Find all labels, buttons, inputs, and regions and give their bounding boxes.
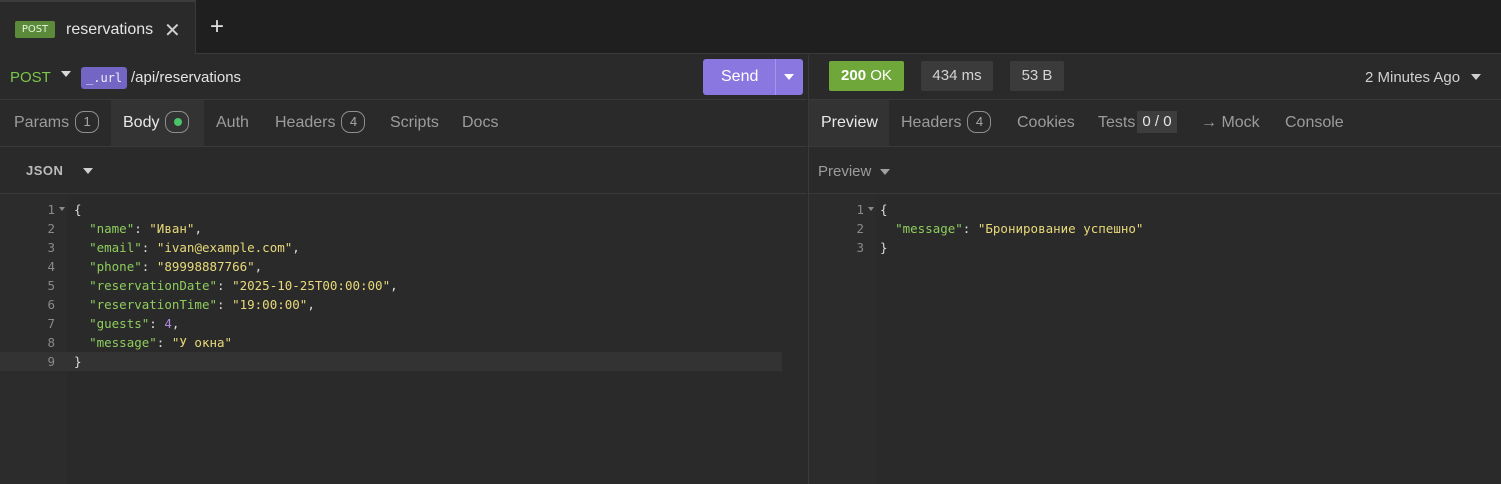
code-line-current: 9 } bbox=[0, 352, 782, 371]
method-select[interactable]: POST bbox=[10, 69, 51, 86]
code-line: 2 "name": "Иван", bbox=[47, 221, 202, 236]
chevron-down-icon[interactable] bbox=[880, 169, 890, 175]
response-status-bar: 200 OK 434 ms 53 B 2 Minutes Ago bbox=[809, 55, 1501, 100]
response-tabs: Preview Headers 4 Cookies Tests 0 / 0 → Mo… bbox=[809, 100, 1501, 147]
request-body-editor[interactable]: 1 { 2 "name": "Иван", 3 "email": "ivan@e… bbox=[0, 194, 807, 484]
preview-toolbar: Preview bbox=[809, 147, 1501, 194]
code-line: 7 "guests": 4, bbox=[47, 316, 180, 331]
response-pane: 200 OK 434 ms 53 B 2 Minutes Ago Preview… bbox=[808, 55, 1501, 484]
tab-cookies[interactable]: Cookies bbox=[1017, 100, 1075, 146]
code-line: 1 { bbox=[856, 202, 888, 217]
headers-count-badge: 4 bbox=[341, 110, 366, 133]
code-line: 3 "email": "ivan@example.com", bbox=[47, 240, 300, 255]
status-code: 200 bbox=[841, 67, 867, 84]
body-toolbar: JSON bbox=[0, 147, 807, 194]
chevron-down-icon[interactable] bbox=[83, 168, 93, 174]
tab-mock[interactable]: → Mock bbox=[1201, 100, 1260, 146]
code-line: 1 { bbox=[47, 202, 82, 217]
fold-chevron-icon[interactable] bbox=[59, 207, 65, 211]
code-line: 5 "reservationDate": "2025-10-25T00:00:0… bbox=[47, 278, 398, 293]
code-line: 6 "reservationTime": "19:00:00", bbox=[47, 297, 315, 312]
tab-body[interactable]: Body bbox=[111, 100, 204, 146]
tests-count: 0 / 0 bbox=[1137, 110, 1177, 133]
tab-console-label: Console bbox=[1285, 114, 1344, 131]
response-body-viewer[interactable]: 1 { 2 "message": "Бронирование успешно" … bbox=[809, 194, 1501, 484]
tab-preview-label: Preview bbox=[821, 114, 878, 131]
tab-auth[interactable]: Auth bbox=[216, 100, 249, 146]
url-bar: POST _.url /api/reservations Send bbox=[0, 55, 807, 100]
send-divider bbox=[775, 59, 776, 95]
request-tab-reservations[interactable]: POST reservations ✕ bbox=[0, 0, 196, 54]
chevron-down-icon[interactable] bbox=[1471, 74, 1481, 80]
response-time: 434 ms bbox=[921, 61, 993, 91]
tab-params[interactable]: Params 1 bbox=[0, 100, 111, 146]
tab-scripts[interactable]: Scripts bbox=[390, 100, 439, 146]
tab-mock-label: → Mock bbox=[1201, 114, 1260, 131]
tab-body-label: Body bbox=[123, 114, 160, 131]
code-line: 2 "message": "Бронирование успешно" bbox=[856, 221, 1144, 236]
send-button-label: Send bbox=[721, 68, 759, 85]
code-line: 8 "message": "У окна" bbox=[47, 335, 233, 350]
status-badge: 200 OK bbox=[829, 61, 904, 91]
tab-auth-label: Auth bbox=[216, 114, 249, 131]
response-headers-count-badge: 4 bbox=[967, 110, 992, 133]
send-button[interactable]: Send bbox=[703, 59, 803, 95]
request-pane: POST _.url /api/reservations Send Params… bbox=[0, 55, 807, 484]
body-type-select[interactable]: JSON bbox=[26, 163, 63, 178]
code-line: 3 } bbox=[856, 240, 888, 255]
response-size: 53 B bbox=[1010, 61, 1064, 91]
body-active-dot-icon bbox=[165, 110, 190, 133]
chevron-down-icon[interactable] bbox=[61, 71, 71, 77]
close-icon[interactable]: ✕ bbox=[164, 18, 181, 43]
tab-headers-label: Headers bbox=[275, 114, 336, 131]
code-line: 4 "phone": "89998887766", bbox=[47, 259, 263, 274]
tab-console[interactable]: Console bbox=[1285, 100, 1344, 146]
tab-preview[interactable]: Preview bbox=[809, 100, 889, 146]
url-input[interactable]: /api/reservations bbox=[131, 69, 241, 86]
tab-scripts-label: Scripts bbox=[390, 114, 439, 131]
add-tab-icon[interactable]: + bbox=[210, 13, 224, 41]
tab-tests-label: Tests bbox=[1098, 114, 1136, 131]
chevron-down-icon[interactable] bbox=[784, 74, 794, 80]
tab-docs-label: Docs bbox=[462, 114, 499, 131]
fold-chevron-icon[interactable] bbox=[868, 207, 874, 211]
tab-response-headers-label: Headers bbox=[901, 114, 962, 131]
tab-docs[interactable]: Docs bbox=[462, 100, 498, 146]
tab-headers[interactable]: Headers 4 bbox=[275, 100, 366, 146]
response-history-select[interactable]: 2 Minutes Ago bbox=[1365, 69, 1460, 86]
tab-params-label: Params bbox=[14, 114, 70, 131]
tab-tests[interactable]: Tests 0 / 0 bbox=[1098, 100, 1177, 146]
tab-response-headers[interactable]: Headers 4 bbox=[901, 100, 992, 146]
preview-mode-select[interactable]: Preview bbox=[818, 163, 871, 180]
params-count-badge: 1 bbox=[75, 110, 100, 133]
url-variable-tag[interactable]: _.url bbox=[81, 67, 128, 89]
tab-cookies-label: Cookies bbox=[1017, 114, 1075, 131]
request-tabs: Params 1 Body Auth Headers 4 Scripts Docs bbox=[0, 100, 807, 147]
status-text: OK bbox=[870, 67, 892, 84]
tab-bar: POST reservations ✕ + bbox=[0, 0, 1501, 54]
request-tab-name: reservations bbox=[66, 21, 154, 38]
method-badge: POST bbox=[15, 21, 55, 38]
